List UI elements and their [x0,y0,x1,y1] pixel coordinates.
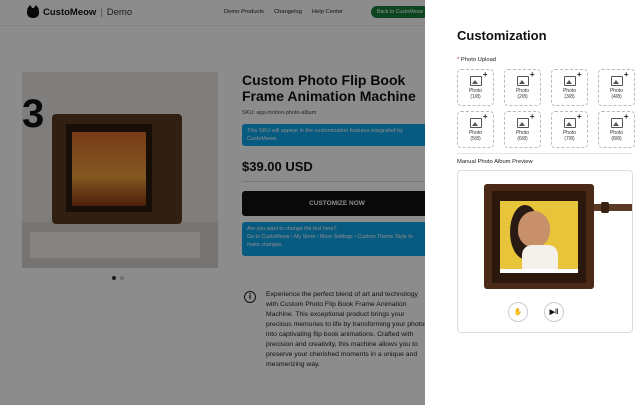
photo-slot-index: (8/8) [611,135,622,142]
image-add-icon [516,113,534,128]
photo-slot-index: (7/8) [564,135,575,142]
photo-slot-index: (5/8) [470,135,481,142]
photo-slot-4[interactable]: Photo(4/8) [598,69,635,106]
flip-book-photo [500,201,578,273]
photo-face [518,211,550,247]
customization-panel: Customization * Photo Upload Photo(1/8) … [425,0,640,405]
album-preview-label: Manual Photo Album Preview [457,159,533,165]
required-marker: * [457,57,460,63]
crank-handle [594,204,632,211]
photo-upload-grid: Photo(1/8) Photo(2/8) Photo(3/8) Photo(4… [457,69,635,148]
photo-upload-label-text: Photo Upload [460,57,497,63]
image-add-icon [469,71,487,86]
play-pause-icon: ▶‖ [549,309,559,316]
panel-divider [457,153,633,154]
photo-slot-3[interactable]: Photo(3/8) [551,69,588,106]
photo-slot-6[interactable]: Photo(6/8) [504,111,541,148]
photo-slot-1[interactable]: Photo(1/8) [457,69,494,106]
photo-slot-index: (6/8) [517,135,528,142]
image-add-icon [516,71,534,86]
album-preview: ✋ ▶‖ [457,170,633,333]
image-add-icon [610,113,628,128]
photo-slot-2[interactable]: Photo(2/8) [504,69,541,106]
photo-slot-index: (4/8) [611,93,622,100]
photo-slot-5[interactable]: Photo(5/8) [457,111,494,148]
image-add-icon [610,71,628,86]
play-pause-button[interactable]: ▶‖ [544,302,564,322]
photo-slot-index: (3/8) [564,93,575,100]
panel-title: Customization [457,28,547,43]
photo-slot-index: (1/8) [470,93,481,100]
photo-slot-8[interactable]: Photo(8/8) [598,111,635,148]
image-add-icon [563,71,581,86]
flip-pages [500,269,578,273]
modal-backdrop[interactable] [0,0,425,405]
hand-crank-button[interactable]: ✋ [508,302,528,322]
image-add-icon [563,113,581,128]
image-add-icon [469,113,487,128]
crank-knob [601,202,609,213]
photo-upload-label: * Photo Upload [457,57,496,63]
photo-slot-index: (2/8) [517,93,528,100]
photo-slot-7[interactable]: Photo(7/8) [551,111,588,148]
hand-crank-icon: ✋ [513,309,523,316]
